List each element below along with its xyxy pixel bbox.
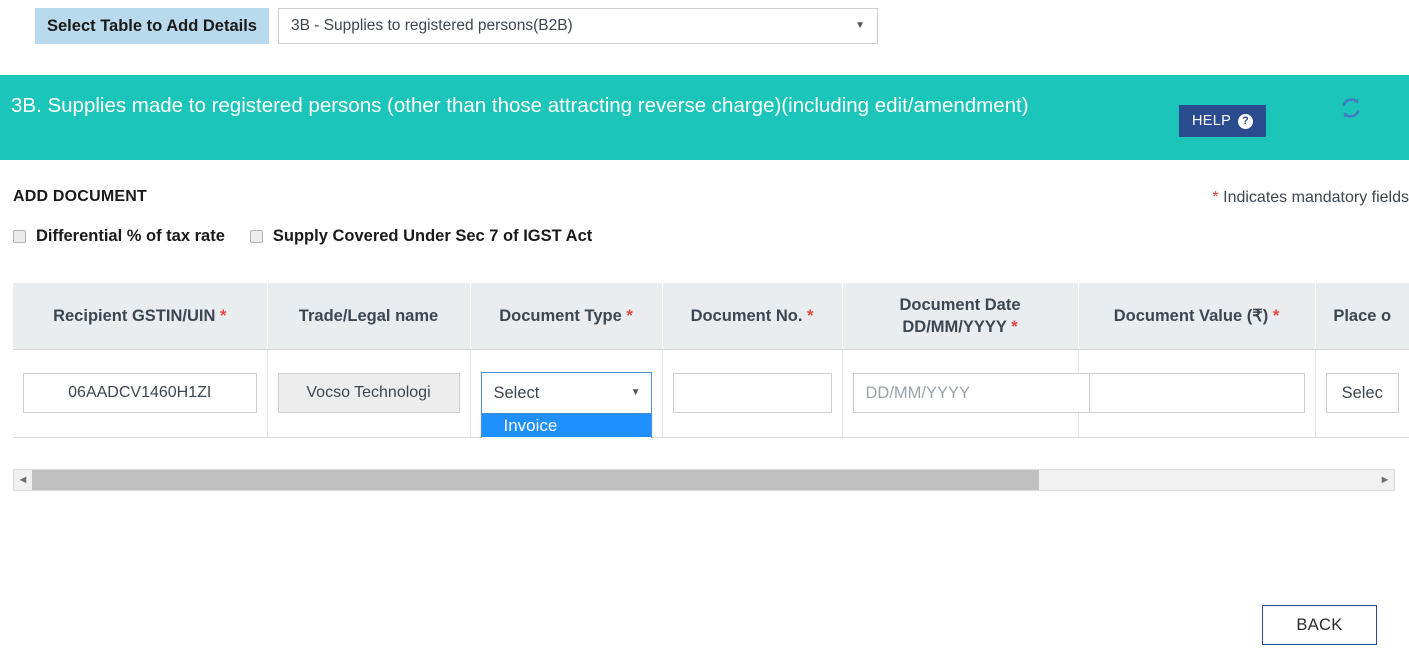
document-type-selected-value: Select <box>493 383 540 402</box>
refresh-icon[interactable] <box>1338 95 1364 121</box>
column-label: Document Date <box>899 295 1021 314</box>
cell-place-of-supply: Selec <box>1315 349 1409 438</box>
required-star: * <box>807 306 814 325</box>
column-label: Document Value (₹) <box>1113 306 1269 325</box>
document-type-select-wrapper: Select ▼ Invoice Debit Note Credit Note <box>480 372 652 438</box>
document-type-select[interactable]: Select ▼ <box>480 372 652 414</box>
question-mark-icon: ? <box>1238 113 1254 129</box>
column-header-document-no: Document No. * <box>662 283 843 350</box>
document-date-input[interactable] <box>852 373 1098 413</box>
column-header-document-type: Document Type * <box>470 283 663 350</box>
checkbox-supply-sec7-igst-label: Supply Covered Under Sec 7 of IGST Act <box>272 227 593 245</box>
column-header-recipient-gstin: Recipient GSTIN/UIN * <box>13 283 268 350</box>
chevron-down-icon: ▼ <box>630 387 641 398</box>
required-star: * <box>626 306 633 325</box>
checkbox-differential-tax-rate[interactable] <box>13 230 26 243</box>
help-button[interactable]: HELP ? <box>1179 105 1267 137</box>
mandatory-fields-note: * Indicates mandatory fields <box>1212 189 1409 207</box>
horizontal-scrollbar[interactable]: ◄ ► <box>13 469 1395 491</box>
checkbox-differential-tax-rate-label: Differential % of tax rate <box>36 227 225 245</box>
document-table: Recipient GSTIN/UIN * Trade/Legal name D… <box>13 283 1409 438</box>
mandatory-star: * <box>1212 189 1219 206</box>
section-banner: 3B. Supplies made to registered persons … <box>0 75 1409 160</box>
document-no-input[interactable] <box>672 373 832 413</box>
checkbox-supply-sec7-igst[interactable] <box>249 230 263 243</box>
document-type-option-invoice[interactable]: Invoice <box>481 414 651 437</box>
select-table-dropdown[interactable]: 3B - Supplies to registered persons(B2B)… <box>277 8 878 44</box>
chevron-down-icon: ▼ <box>855 20 865 31</box>
place-of-supply-selected-value: Selec <box>1341 383 1383 402</box>
column-header-document-value: Document Value (₹) * <box>1078 283 1316 350</box>
help-button-label: HELP <box>1192 113 1232 129</box>
mandatory-text: Indicates mandatory fields <box>1223 189 1409 206</box>
cell-document-date <box>842 349 1118 438</box>
required-star: * <box>1272 306 1280 325</box>
options-row: Differential % of tax rate Supply Covere… <box>13 227 617 246</box>
page-title: ADD DOCUMENT <box>13 188 147 205</box>
required-star: * <box>1011 317 1018 336</box>
scroll-right-arrow-icon[interactable]: ► <box>1376 474 1394 486</box>
table-row: Select ▼ Invoice Debit Note Credit Note <box>13 349 1409 438</box>
trade-legal-name-input <box>277 373 460 413</box>
column-label: Document Type <box>499 306 622 325</box>
column-header-trade-legal-name: Trade/Legal name <box>267 283 471 350</box>
place-of-supply-select[interactable]: Selec <box>1325 373 1399 413</box>
document-value-input[interactable] <box>1088 373 1305 413</box>
required-star: * <box>219 306 227 325</box>
cell-document-value <box>1078 349 1316 438</box>
select-table-value: 3B - Supplies to registered persons(B2B) <box>290 17 573 34</box>
cell-trade-legal-name <box>267 349 471 438</box>
select-table-bar: Select Table to Add Details 3B - Supplie… <box>0 0 1409 44</box>
section-title: 3B. Supplies made to registered persons … <box>11 94 1029 117</box>
column-label: Trade/Legal name <box>298 306 439 325</box>
back-button[interactable]: BACK <box>1262 605 1377 645</box>
document-type-options-menu: Invoice Debit Note Credit Note <box>480 414 652 438</box>
scrollbar-track[interactable] <box>32 470 1376 490</box>
document-type-option-debit-note[interactable]: Debit Note <box>482 437 651 438</box>
scroll-left-arrow-icon[interactable]: ◄ <box>14 474 32 486</box>
column-label-secondary: DD/MM/YYYY <box>902 317 1007 336</box>
column-label: Recipient GSTIN/UIN <box>53 306 216 325</box>
select-table-label: Select Table to Add Details <box>35 8 269 44</box>
cell-document-no <box>662 349 843 438</box>
scrollbar-thumb[interactable] <box>32 470 1039 490</box>
column-label: Place o <box>1333 306 1392 325</box>
table-header-row: Recipient GSTIN/UIN * Trade/Legal name D… <box>13 283 1409 350</box>
cell-document-type: Select ▼ Invoice Debit Note Credit Note <box>470 349 663 438</box>
cell-recipient-gstin <box>13 349 268 438</box>
column-header-place-of-supply: Place o <box>1315 283 1409 350</box>
column-header-document-date: Document Date DD/MM/YYYY * <box>842 283 1079 350</box>
column-label: Document No. <box>690 306 803 325</box>
document-date-group <box>852 373 1118 413</box>
recipient-gstin-input[interactable] <box>23 373 257 413</box>
